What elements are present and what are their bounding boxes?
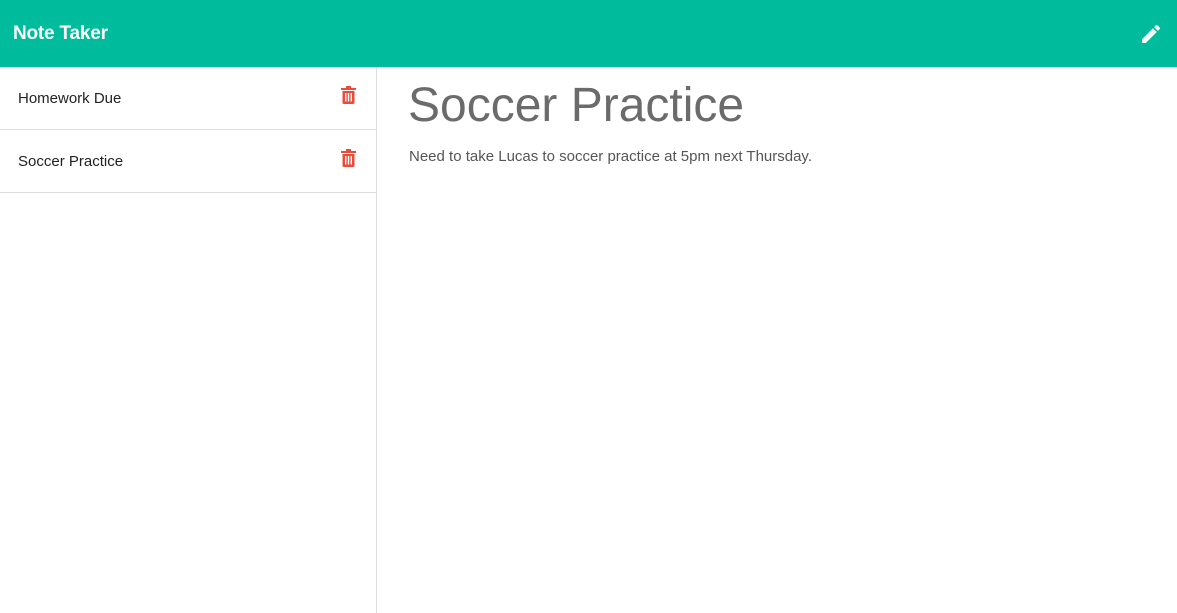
note-list: Homework Due Soccer Practice <box>0 67 376 193</box>
note-title-field[interactable]: Soccer Practice <box>408 77 1148 135</box>
note-item-title: Soccer Practice <box>18 152 124 170</box>
navbar: Note Taker <box>0 0 1177 67</box>
note-list-item[interactable]: Soccer Practice <box>0 130 376 193</box>
note-list-sidebar: Homework Due Soccer Practice <box>0 67 377 613</box>
note-editor: Soccer Practice Need to take Lucas to so… <box>377 67 1177 613</box>
trash-icon <box>340 149 356 167</box>
delete-note-button[interactable] <box>340 149 356 167</box>
note-list-item[interactable]: Homework Due <box>0 67 376 130</box>
note-item-title: Homework Due <box>18 89 122 107</box>
trash-icon <box>340 86 356 104</box>
brand-title[interactable]: Note Taker <box>13 23 108 45</box>
delete-note-button[interactable] <box>340 86 356 104</box>
pencil-icon <box>1142 24 1161 43</box>
note-text-field[interactable]: Need to take Lucas to soccer practice at… <box>409 148 1149 165</box>
new-note-button[interactable] <box>1138 21 1164 47</box>
